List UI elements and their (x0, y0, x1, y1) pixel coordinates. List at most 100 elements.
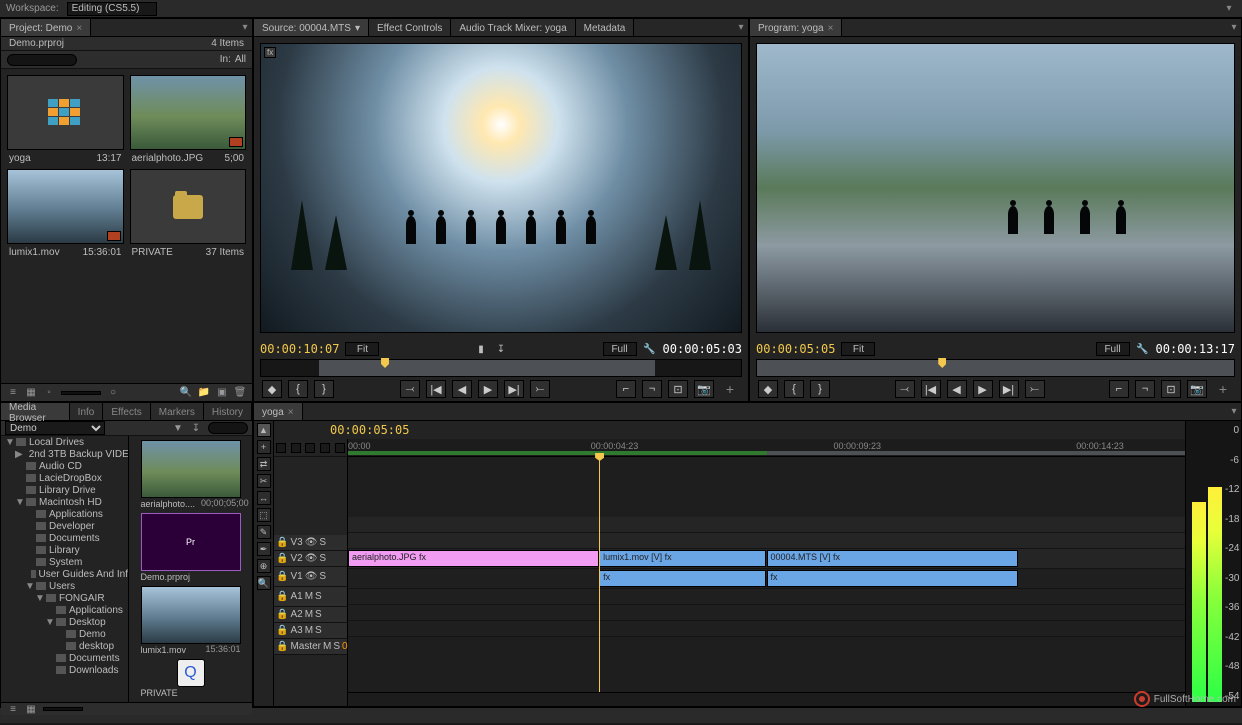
panel-menu-icon[interactable]: ▾ (734, 19, 748, 36)
media-thumbnail[interactable]: Pr (141, 513, 241, 571)
solo-icon[interactable]: S (333, 641, 340, 652)
marker-icon[interactable] (320, 443, 330, 453)
tree-node[interactable]: Library Drive (1, 484, 128, 496)
solo-icon[interactable]: S (315, 591, 322, 602)
marker-icon[interactable]: ▮ (474, 344, 488, 355)
tree-node[interactable]: Documents (1, 652, 128, 664)
program-monitor-video[interactable] (756, 43, 1235, 333)
snap-icon[interactable] (291, 443, 301, 453)
bin-thumbnail[interactable] (7, 169, 124, 244)
rate-tool[interactable]: ⊕ (257, 559, 271, 573)
disclosure-icon[interactable]: ▼ (35, 593, 43, 604)
timeline-hscroll[interactable] (348, 692, 1185, 706)
tree-node[interactable]: ▶2nd 3TB Backup VIDEO (1, 448, 128, 460)
track-A2[interactable] (348, 589, 1185, 605)
mute-icon[interactable]: M (305, 625, 313, 636)
mb-tab[interactable]: History (204, 403, 252, 420)
ingest-icon[interactable]: ↧ (190, 422, 202, 434)
play-fwd-button[interactable]: ▶| (999, 380, 1019, 398)
bin-thumbnail[interactable] (7, 75, 124, 150)
out-point-button[interactable]: } (314, 380, 334, 398)
program-tc-in[interactable]: 00:00:05:05 (756, 342, 835, 356)
slip-tool[interactable]: ↔ (257, 491, 271, 505)
marker-button[interactable]: ◆ (262, 380, 282, 398)
track-header-A1[interactable]: 🔒A1MS (274, 587, 347, 607)
add-button[interactable]: + (720, 380, 740, 398)
lock-icon[interactable]: 🔒 (276, 591, 288, 602)
play-fwd-button[interactable]: ▶| (504, 380, 524, 398)
wrench-icon[interactable]: 🔧 (643, 344, 657, 355)
program-fit-select[interactable]: Fit (841, 342, 875, 356)
media-thumbnails[interactable]: aerialphoto....00;00;05;00PrDemo.prprojl… (129, 436, 252, 702)
solo-icon[interactable]: S (319, 537, 326, 548)
time-ruler[interactable]: 00:0000:00:04:2300:00:09:2300:00:14:23 (348, 439, 1185, 457)
ripple-tool[interactable]: ⇄ (257, 457, 271, 471)
track-header-A2[interactable]: 🔒A2MS (274, 607, 347, 623)
goto-in-button[interactable]: ⤙ (895, 380, 915, 398)
tree-node[interactable]: ▼Local Drives (1, 436, 128, 448)
new-item-icon[interactable]: ▣ (216, 387, 228, 399)
panel-menu-icon[interactable]: ▾ (1227, 19, 1241, 36)
step-fwd-button[interactable]: ⤚ (1025, 380, 1045, 398)
tree-node[interactable]: Demo (1, 628, 128, 640)
media-item[interactable]: PrDemo.prproj (133, 513, 248, 582)
tree-node[interactable]: Library (1, 544, 128, 556)
solo-icon[interactable]: S (315, 609, 322, 620)
snapshot-button[interactable]: 📷 (1187, 380, 1207, 398)
play-button[interactable]: ▶ (973, 380, 993, 398)
media-thumbnail[interactable]: Q (177, 659, 205, 687)
mb-tab[interactable]: Media Browser (1, 403, 70, 420)
source-fit-select[interactable]: Fit (345, 342, 379, 356)
lock-icon[interactable]: 🔒 (276, 625, 288, 636)
bin-item[interactable]: aerialphoto.JPG5;00 (128, 73, 249, 165)
media-item[interactable]: aerialphoto....00;00;05;00 (133, 440, 248, 509)
program-scrub-bar[interactable] (756, 359, 1235, 377)
clip[interactable]: fx (599, 570, 766, 587)
export-frame-button[interactable]: ⊡ (1161, 380, 1181, 398)
wrench-icon[interactable]: 🔧 (1136, 344, 1150, 355)
hand-tool[interactable]: ✒ (257, 542, 271, 556)
media-item[interactable]: QPRIVATE (133, 659, 248, 698)
track-A1[interactable]: fx fx (348, 569, 1185, 589)
step-back-button[interactable]: |◀ (426, 380, 446, 398)
step-back-button[interactable]: |◀ (921, 380, 941, 398)
close-icon[interactable]: × (828, 23, 834, 34)
settings-icon[interactable] (335, 443, 345, 453)
track-header-Master[interactable]: 🔒MasterMS0.0 (274, 639, 347, 655)
solo-icon[interactable]: S (319, 571, 326, 582)
tree-node[interactable]: ▼Macintosh HD (1, 496, 128, 508)
tree-node[interactable]: ▼Desktop (1, 616, 128, 628)
dropdown-icon[interactable]: ▾ (355, 23, 360, 34)
lock-icon[interactable]: 🔒 (276, 537, 288, 548)
mute-icon[interactable]: M (305, 609, 313, 620)
tab-program[interactable]: Program: yoga × (750, 19, 842, 36)
mute-icon[interactable]: M (323, 641, 331, 652)
slide-tool[interactable]: ⬚ (257, 508, 271, 522)
thumb-size-slider[interactable] (61, 391, 101, 395)
source-tc-in[interactable]: 00:00:10:07 (260, 342, 339, 356)
media-thumbnail[interactable] (141, 440, 241, 498)
eye-icon[interactable]: 👁 (305, 553, 318, 564)
tab-project[interactable]: Project: Demo × (1, 19, 91, 36)
media-thumbnail[interactable] (141, 586, 241, 644)
goto-in-button[interactable]: ⤙ (400, 380, 420, 398)
in-point-button[interactable]: { (784, 380, 804, 398)
icon-view-icon[interactable]: ▦ (25, 387, 37, 399)
source-tab[interactable]: Metadata (576, 19, 635, 36)
disclosure-icon[interactable]: ▶ (15, 449, 23, 460)
thumb-view-icon[interactable]: ▦ (25, 703, 37, 715)
bin-thumbnail[interactable] (130, 169, 247, 244)
add-button[interactable]: + (1213, 380, 1233, 398)
disclosure-icon[interactable]: ▼ (15, 497, 23, 508)
mb-search-input[interactable] (208, 422, 248, 434)
list-view-icon[interactable]: ≡ (7, 703, 19, 715)
tree-node[interactable]: Downloads (1, 664, 128, 676)
lift-button[interactable]: ⌐ (616, 380, 636, 398)
insert-icon[interactable]: ↧ (494, 344, 508, 355)
zoom-in-icon[interactable]: ○ (107, 387, 119, 399)
track-V2[interactable] (348, 533, 1185, 549)
trash-icon[interactable]: 🗑 (234, 387, 246, 399)
track-V1[interactable]: aerialphoto.JPG fxlumix1.mov [V] fx00004… (348, 549, 1185, 569)
tree-node[interactable]: Audio CD (1, 460, 128, 472)
tab-sequence[interactable]: yoga × (254, 403, 303, 420)
